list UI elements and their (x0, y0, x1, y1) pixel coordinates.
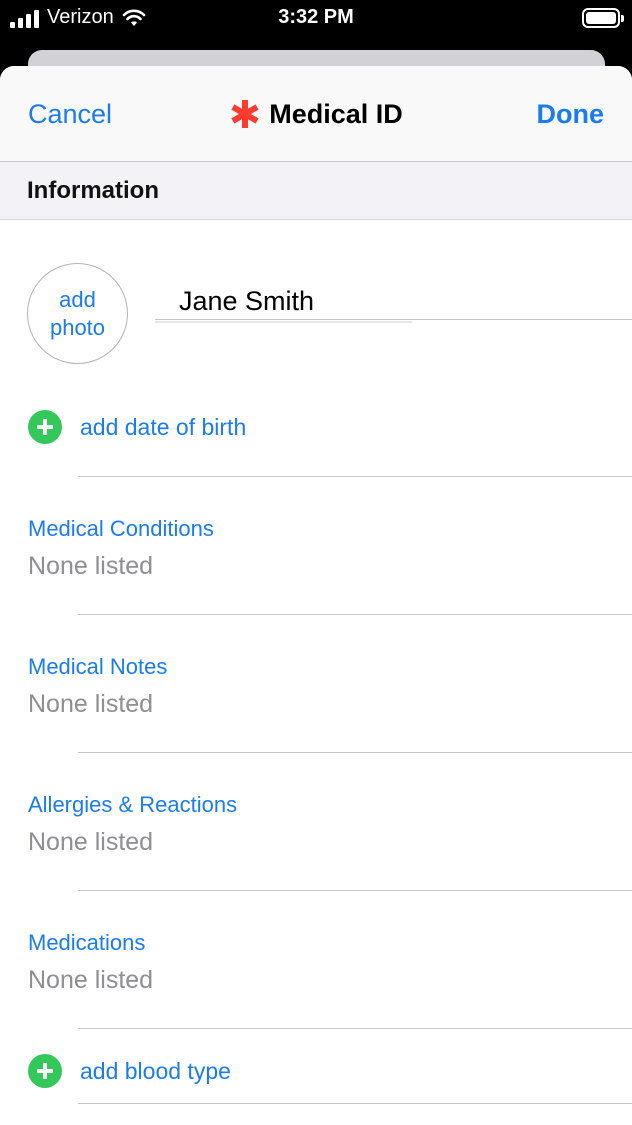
add-blood-type-label: add blood type (80, 1057, 231, 1084)
add-blood-type-row[interactable]: add blood type (28, 1054, 231, 1088)
divider (78, 614, 632, 615)
section-title: Information (27, 176, 159, 204)
divider (78, 890, 632, 891)
add-plus-icon (28, 1054, 62, 1088)
status-time: 3:32 PM (278, 6, 354, 28)
field-title: Medical Conditions (28, 516, 214, 541)
medical-id-sheet: Cancel Medical ID Done Information add p… (0, 66, 632, 1125)
add-photo-button[interactable]: add photo (27, 263, 128, 364)
field-value: None listed (28, 828, 154, 856)
medical-asterisk-icon (231, 100, 259, 128)
divider (78, 1103, 632, 1104)
field-value: None listed (28, 552, 154, 580)
battery-fill (586, 12, 616, 24)
section-header: Information (0, 162, 632, 220)
field-title: Medications (28, 930, 146, 955)
field-medical-notes[interactable]: Medical Notes None listed (28, 654, 167, 719)
page-title: Medical ID (269, 98, 403, 129)
navigation-bar: Cancel Medical ID Done (0, 66, 632, 162)
divider (78, 752, 632, 753)
field-title: Medical Notes (28, 654, 168, 679)
add-date-of-birth-label: add date of birth (80, 413, 247, 440)
add-plus-icon (28, 410, 62, 444)
status-bar: Verizon 3:32 PM (0, 0, 632, 38)
battery-icon (582, 8, 624, 28)
name-field[interactable]: Jane Smith (179, 286, 314, 317)
divider (78, 1028, 632, 1029)
field-medical-conditions[interactable]: Medical Conditions None listed (28, 516, 214, 581)
form-content: add photo Jane Smith add date of birth M… (0, 220, 632, 1125)
field-value: None listed (28, 690, 154, 718)
field-value: None listed (28, 966, 154, 994)
name-field-underline (155, 319, 632, 320)
field-title: Allergies & Reactions (28, 792, 238, 817)
name-field-underline-inner (155, 321, 412, 323)
add-photo-label: add photo (49, 286, 106, 340)
field-medications[interactable]: Medications None listed (28, 930, 153, 995)
field-allergies-reactions[interactable]: Allergies & Reactions None listed (28, 792, 237, 857)
add-date-of-birth-row[interactable]: add date of birth (28, 410, 246, 444)
done-button[interactable]: Done (537, 99, 605, 130)
divider (78, 476, 632, 477)
